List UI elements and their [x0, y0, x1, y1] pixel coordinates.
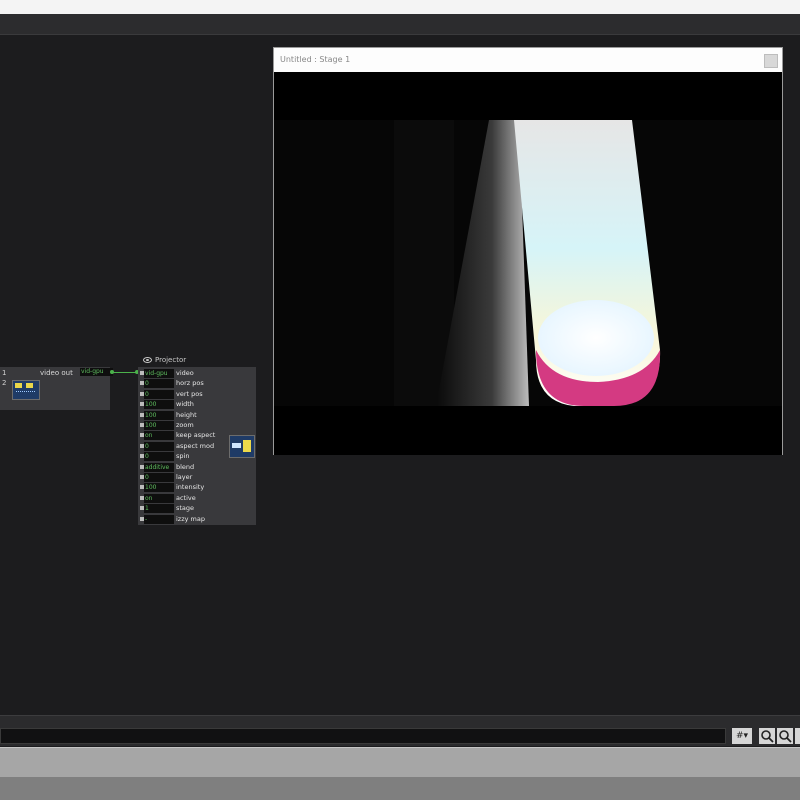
projector-property-row[interactable]: 100 height	[140, 410, 252, 420]
actor-thumbnail	[12, 380, 40, 400]
stage-title: Untitled : Stage 1	[280, 55, 351, 64]
property-label: blend	[176, 462, 195, 471]
title-bar	[0, 14, 800, 35]
video-connection-wire[interactable]	[111, 372, 137, 373]
projector-property-row[interactable]: 1 stage	[140, 504, 252, 514]
property-value-field[interactable]: on	[144, 431, 174, 441]
property-label: width	[176, 400, 194, 409]
projector-property-row[interactable]: on active	[140, 493, 252, 503]
property-label: layer	[176, 473, 193, 481]
property-label: izzy map	[176, 514, 205, 523]
property-value-field[interactable]: 100	[144, 421, 174, 430]
property-label: spin	[176, 452, 190, 461]
projector-thumbnail	[229, 435, 255, 458]
property-value-field[interactable]: 0	[144, 452, 174, 462]
close-icon[interactable]	[764, 54, 778, 68]
zoom-reset-icon[interactable]	[795, 728, 800, 744]
rendered-tube-graphic	[274, 120, 782, 406]
projector-property-row[interactable]: additive blend	[140, 462, 252, 472]
status-field[interactable]	[0, 728, 726, 744]
property-value-field[interactable]: 100	[144, 410, 174, 420]
property-value-field[interactable]: additive	[144, 462, 174, 472]
property-label: height	[176, 410, 197, 419]
property-value-field[interactable]: -	[144, 514, 174, 524]
stage-preview-window[interactable]: Untitled : Stage 1	[273, 47, 783, 455]
property-label: keep aspect	[176, 431, 216, 440]
property-value-field[interactable]: 100	[144, 483, 174, 493]
stage-render-image	[274, 120, 782, 406]
property-value-field[interactable]: 1	[144, 504, 174, 514]
projector-title-label: Projector	[155, 356, 187, 364]
property-value-field[interactable]: 100	[144, 400, 174, 410]
actor-row-number: 2	[2, 379, 7, 387]
video-out-label: video out	[40, 369, 73, 377]
projector-property-row[interactable]: 0 layer	[140, 473, 252, 482]
property-label: vert pos	[176, 389, 203, 398]
property-value-field[interactable]: 0	[144, 389, 174, 399]
property-value-field[interactable]: vid-gpu	[144, 369, 174, 378]
stage-output	[274, 72, 782, 455]
property-value-field[interactable]: 0	[144, 441, 174, 451]
actor-row-number: 1	[2, 369, 7, 377]
lower-panel-footer	[0, 777, 800, 800]
projector-property-row[interactable]: 100 intensity	[140, 483, 252, 493]
property-label: stage	[176, 504, 195, 513]
property-label: active	[176, 493, 196, 502]
lower-panel	[0, 747, 800, 778]
projector-property-row[interactable]: 0 horz pos	[140, 379, 252, 389]
property-value-field[interactable]: 0	[144, 379, 174, 389]
output-port[interactable]	[110, 370, 114, 374]
property-label: horz pos	[176, 379, 204, 388]
property-label: zoom	[176, 421, 194, 429]
projector-property-row[interactable]: 0 vert pos	[140, 389, 252, 399]
projector-title: Projector	[143, 356, 186, 364]
projector-property-row[interactable]: vid-gpu video	[140, 369, 252, 378]
zoom-out-icon[interactable]	[777, 728, 793, 744]
projector-property-row[interactable]: - izzy map	[140, 514, 252, 524]
property-label: intensity	[176, 483, 205, 492]
projector-property-row[interactable]: 100 zoom	[140, 421, 252, 430]
zoom-in-icon[interactable]	[759, 728, 775, 744]
stage-titlebar[interactable]: Untitled : Stage 1	[274, 48, 782, 72]
window-top-edge	[0, 0, 800, 14]
projector-property-row[interactable]: 100 width	[140, 400, 252, 410]
property-label: aspect mod	[176, 441, 215, 450]
property-label: video	[176, 369, 194, 377]
property-value-field[interactable]: 0	[144, 473, 174, 482]
grid-dropdown-button[interactable]: #▾	[732, 728, 752, 744]
eye-icon[interactable]	[143, 357, 152, 363]
video-out-value[interactable]: vid-gpu	[80, 368, 113, 376]
property-value-field[interactable]: on	[144, 493, 174, 503]
